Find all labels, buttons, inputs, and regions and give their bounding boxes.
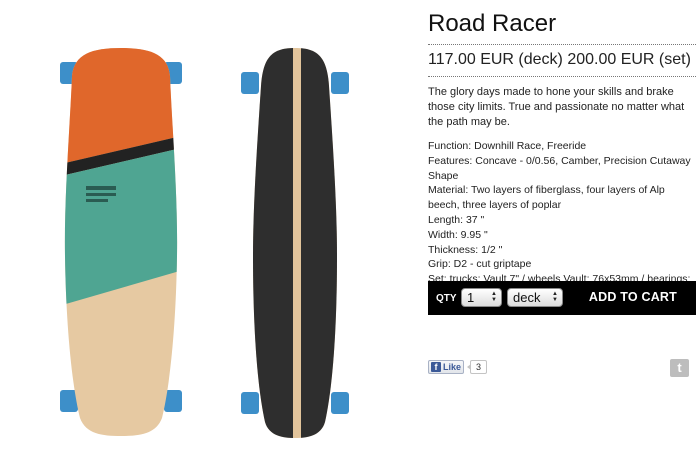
product-images xyxy=(0,0,420,468)
spec-line: Features: Concave - 0/0.56, Camber, Prec… xyxy=(428,154,691,182)
quantity-select[interactable]: 1 ▲ ▼ xyxy=(461,288,502,307)
select-arrows-icon: ▲ ▼ xyxy=(552,291,558,303)
grip-graphic xyxy=(253,48,337,438)
quantity-value: 1 xyxy=(467,290,475,305)
spec-line: Material: Two layers of fiberglass, four… xyxy=(428,184,665,212)
spec-line: Length: 37 " xyxy=(428,213,485,226)
deck-bottom-image[interactable] xyxy=(239,46,351,440)
twitter-icon[interactable]: t xyxy=(670,359,689,377)
divider xyxy=(428,76,696,77)
select-arrows-icon: ▲ ▼ xyxy=(491,291,497,303)
product-title: Road Racer xyxy=(428,10,557,37)
product-price: 117.00 EUR (deck) 200.00 EUR (set) xyxy=(428,51,691,68)
wheel xyxy=(241,392,259,414)
product-type-select[interactable]: deck ▲ ▼ xyxy=(507,288,563,307)
product-type-value: deck xyxy=(513,290,541,305)
product-description: The glory days made to hone your skills … xyxy=(428,86,685,128)
add-to-cart-bar: QTY 1 ▲ ▼ deck ▲ ▼ ADD TO CART xyxy=(428,281,696,315)
add-to-cart-button[interactable]: ADD TO CART xyxy=(589,290,677,304)
wheel xyxy=(331,72,349,94)
wheel xyxy=(331,392,349,414)
facebook-like-button[interactable]: f Like xyxy=(428,360,464,374)
facebook-icon: f xyxy=(431,362,441,372)
deck-top-image[interactable] xyxy=(52,46,190,438)
divider xyxy=(428,44,696,45)
spec-line: Grip: D2 - cut griptape xyxy=(428,258,532,271)
spec-line: Thickness: 1/2 " xyxy=(428,243,503,256)
product-specs: Function: Downhill Race, Freeride Featur… xyxy=(428,139,698,302)
spec-line: Function: Downhill Race, Freeride xyxy=(428,140,587,152)
like-count: 3 xyxy=(467,360,487,374)
spec-line: Width: 9.95 " xyxy=(428,228,488,241)
wheel xyxy=(241,72,259,94)
deck-graphic xyxy=(64,48,178,436)
qty-label: QTY xyxy=(436,293,457,304)
like-label: Like xyxy=(443,362,462,372)
